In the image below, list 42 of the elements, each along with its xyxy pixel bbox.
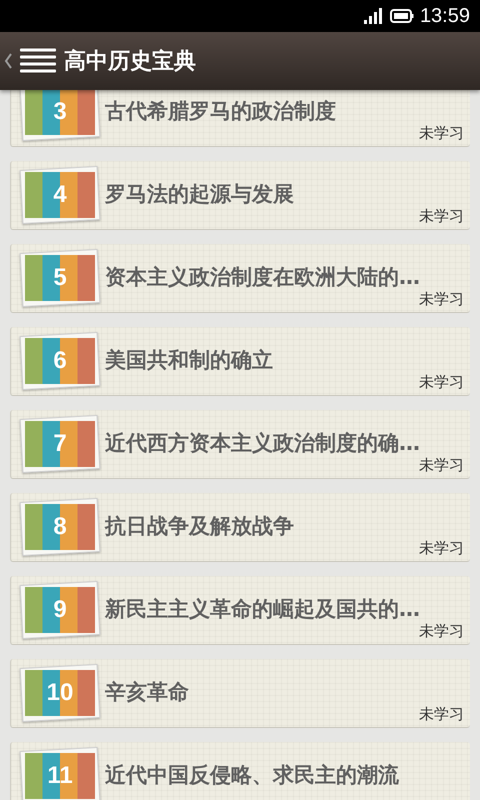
back-icon[interactable] bbox=[4, 53, 12, 69]
battery-icon bbox=[390, 9, 414, 23]
study-status: 未学习 bbox=[419, 705, 464, 724]
lesson-card[interactable]: 6 美国共和制的确立 未学习 bbox=[10, 327, 470, 396]
color-stripes-drawing bbox=[25, 90, 95, 135]
lesson-number: 6 bbox=[53, 349, 67, 373]
lesson-number: 9 bbox=[53, 598, 67, 622]
study-status: 未学习 bbox=[419, 124, 464, 143]
lesson-title: 罗马法的起源与发展 bbox=[105, 182, 294, 208]
color-stripes-drawing bbox=[25, 421, 95, 467]
lesson-title: 资本主义政治制度在欧洲大陆的… bbox=[105, 265, 420, 291]
lesson-card[interactable]: 8 抗日战争及解放战争 未学习 bbox=[10, 493, 470, 562]
lesson-title: 近代西方资本主义政治制度的确… bbox=[105, 431, 420, 457]
lesson-title: 近代中国反侵略、求民主的潮流 bbox=[105, 763, 399, 789]
lesson-title: 新民主主义革命的崛起及国共的… bbox=[105, 597, 420, 623]
color-stripes-drawing bbox=[25, 504, 95, 550]
app-title: 高中历史宝典 bbox=[64, 48, 196, 76]
study-status: 未学习 bbox=[419, 539, 464, 558]
color-stripes-drawing bbox=[25, 255, 95, 301]
lesson-card[interactable]: 9 新民主主义革命的崛起及国共的… 未学习 bbox=[10, 576, 470, 645]
lesson-title: 古代希腊罗马的政治制度 bbox=[105, 99, 336, 125]
lesson-number: 8 bbox=[53, 515, 67, 539]
lesson-title: 辛亥革命 bbox=[105, 680, 189, 706]
lesson-number: 3 bbox=[53, 100, 67, 124]
lesson-number: 5 bbox=[53, 266, 67, 290]
clock-time: 13:59 bbox=[420, 4, 470, 28]
lesson-card[interactable]: 7 近代西方资本主义政治制度的确… 未学习 bbox=[10, 410, 470, 479]
menu-icon[interactable] bbox=[20, 48, 56, 74]
study-status: 未学习 bbox=[419, 290, 464, 309]
lesson-title: 抗日战争及解放战争 bbox=[105, 514, 294, 540]
lesson-number: 7 bbox=[53, 432, 67, 456]
study-status: 未学习 bbox=[419, 373, 464, 392]
color-stripes-drawing bbox=[25, 338, 95, 384]
lesson-card[interactable]: 3 古代希腊罗马的政治制度 未学习 bbox=[10, 90, 470, 147]
signal-icon bbox=[364, 8, 384, 24]
study-status: 未学习 bbox=[419, 207, 464, 226]
lesson-card[interactable]: 5 资本主义政治制度在欧洲大陆的… 未学习 bbox=[10, 244, 470, 313]
color-stripes-drawing bbox=[25, 172, 95, 218]
study-status: 未学习 bbox=[419, 456, 464, 475]
color-stripes-drawing bbox=[25, 587, 95, 633]
lesson-title: 美国共和制的确立 bbox=[105, 348, 273, 374]
study-status: 未学习 bbox=[419, 622, 464, 641]
